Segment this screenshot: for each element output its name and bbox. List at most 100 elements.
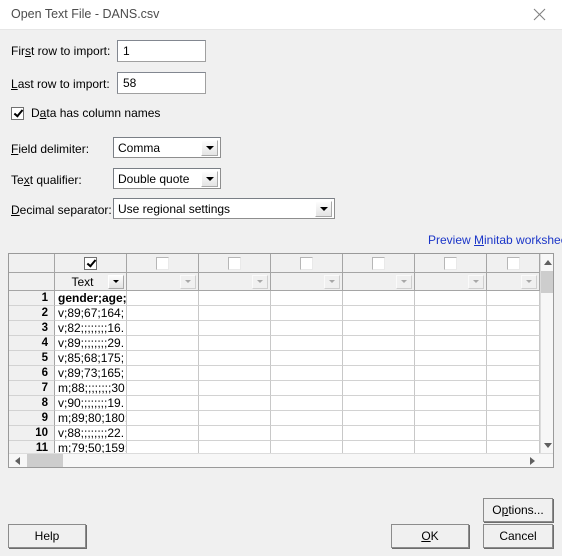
table-row[interactable]: 5 v;85;68;175;	[9, 351, 540, 366]
chevron-down-icon[interactable]	[108, 274, 124, 289]
table-cell[interactable]	[487, 381, 540, 396]
table-cell[interactable]	[415, 411, 487, 426]
table-row[interactable]: 7 m;88;;;;;;;;30	[9, 381, 540, 396]
table-cell[interactable]	[127, 381, 199, 396]
table-cell[interactable]	[271, 411, 343, 426]
table-cell[interactable]	[127, 396, 199, 411]
column-check-5[interactable]	[343, 254, 415, 273]
options-button[interactable]: Options...	[483, 498, 553, 522]
table-cell[interactable]	[343, 426, 415, 441]
table-row[interactable]: 10 v;88;;;;;;;;22.	[9, 426, 540, 441]
table-cell[interactable]	[415, 351, 487, 366]
chevron-down-icon[interactable]	[396, 274, 412, 289]
table-cell[interactable]	[343, 396, 415, 411]
scroll-left-button[interactable]	[9, 454, 25, 467]
table-cell[interactable]	[127, 306, 199, 321]
table-cell[interactable]: v;90;;;;;;;;19.	[55, 396, 127, 411]
column-type-7[interactable]	[487, 273, 540, 291]
table-cell[interactable]	[343, 366, 415, 381]
scrollbar-thumb-horizontal[interactable]	[27, 454, 63, 467]
decimal-separator-select[interactable]: Use regional settings	[113, 198, 335, 219]
table-cell[interactable]	[487, 366, 540, 381]
table-cell[interactable]	[343, 321, 415, 336]
table-cell[interactable]	[199, 426, 271, 441]
table-cell[interactable]	[271, 291, 343, 306]
help-button[interactable]: Help	[8, 524, 86, 548]
chevron-down-icon[interactable]	[201, 139, 218, 156]
table-cell[interactable]	[271, 321, 343, 336]
table-row[interactable]: 3 v;82;;;;;;;;16.	[9, 321, 540, 336]
column-check-3[interactable]	[199, 254, 271, 273]
table-cell[interactable]	[415, 366, 487, 381]
table-cell[interactable]: gender;age;	[55, 291, 127, 306]
table-cell[interactable]	[127, 426, 199, 441]
column-type-5[interactable]	[343, 273, 415, 291]
close-button[interactable]	[517, 0, 562, 29]
table-cell[interactable]	[199, 321, 271, 336]
table-cell[interactable]	[487, 426, 540, 441]
table-cell[interactable]: m;89;80;180;	[55, 411, 127, 426]
table-cell[interactable]: v;85;68;175;	[55, 351, 127, 366]
table-row[interactable]: 8 v;90;;;;;;;;19.	[9, 396, 540, 411]
column-check-6[interactable]	[415, 254, 487, 273]
table-cell[interactable]	[487, 336, 540, 351]
table-cell[interactable]	[127, 336, 199, 351]
scroll-down-button[interactable]	[541, 437, 553, 453]
table-cell[interactable]	[415, 381, 487, 396]
chevron-down-icon[interactable]	[324, 274, 340, 289]
table-cell[interactable]	[487, 306, 540, 321]
table-cell[interactable]	[487, 351, 540, 366]
table-row[interactable]: 4 v;89;;;;;;;;29.	[9, 336, 540, 351]
table-cell[interactable]	[487, 321, 540, 336]
column-check-1[interactable]	[55, 254, 127, 273]
table-cell[interactable]	[271, 351, 343, 366]
table-cell[interactable]	[199, 306, 271, 321]
scroll-right-button[interactable]	[524, 454, 540, 467]
table-row[interactable]: 2 v;89;67;164;	[9, 306, 540, 321]
table-cell[interactable]	[199, 351, 271, 366]
table-cell[interactable]: v;89;67;164;	[55, 306, 127, 321]
table-cell[interactable]	[127, 366, 199, 381]
last-row-input[interactable]	[117, 72, 206, 94]
data-has-column-names-checkbox[interactable]: Data has column names	[11, 106, 160, 120]
table-cell[interactable]	[199, 291, 271, 306]
table-cell[interactable]: m;88;;;;;;;;30	[55, 381, 127, 396]
table-cell[interactable]	[199, 396, 271, 411]
table-cell[interactable]: v;88;;;;;;;;22.	[55, 426, 127, 441]
grid-vertical-scrollbar[interactable]	[540, 254, 553, 453]
chevron-down-icon[interactable]	[521, 274, 537, 289]
table-cell[interactable]	[271, 396, 343, 411]
table-cell[interactable]	[271, 336, 343, 351]
table-cell[interactable]	[271, 366, 343, 381]
table-cell[interactable]	[487, 396, 540, 411]
table-cell[interactable]	[487, 291, 540, 306]
table-row[interactable]: 1 gender;age;	[9, 291, 540, 306]
table-cell[interactable]	[271, 426, 343, 441]
table-cell[interactable]	[343, 411, 415, 426]
table-cell[interactable]	[415, 291, 487, 306]
chevron-down-icon[interactable]	[468, 274, 484, 289]
column-type-1[interactable]: Text	[55, 273, 127, 291]
column-type-2[interactable]	[127, 273, 199, 291]
table-row[interactable]: 6 v;89;73;165;	[9, 366, 540, 381]
table-cell[interactable]	[199, 411, 271, 426]
table-cell[interactable]	[343, 381, 415, 396]
table-cell[interactable]: v;89;;;;;;;;29.	[55, 336, 127, 351]
table-cell[interactable]	[127, 411, 199, 426]
table-cell[interactable]	[127, 291, 199, 306]
table-cell[interactable]	[415, 336, 487, 351]
text-qualifier-select[interactable]: Double quote	[113, 168, 221, 189]
column-type-3[interactable]	[199, 273, 271, 291]
chevron-down-icon[interactable]	[315, 200, 332, 217]
chevron-down-icon[interactable]	[252, 274, 268, 289]
column-check-4[interactable]	[271, 254, 343, 273]
table-cell[interactable]	[271, 381, 343, 396]
scrollbar-thumb[interactable]	[541, 271, 553, 293]
field-delimiter-select[interactable]: Comma	[113, 137, 221, 158]
table-cell[interactable]	[199, 381, 271, 396]
table-cell[interactable]	[415, 306, 487, 321]
ok-button[interactable]: OK	[391, 524, 469, 548]
scroll-up-button[interactable]	[541, 254, 553, 270]
table-row[interactable]: 9 m;89;80;180;	[9, 411, 540, 426]
table-cell[interactable]: v;82;;;;;;;;16.	[55, 321, 127, 336]
